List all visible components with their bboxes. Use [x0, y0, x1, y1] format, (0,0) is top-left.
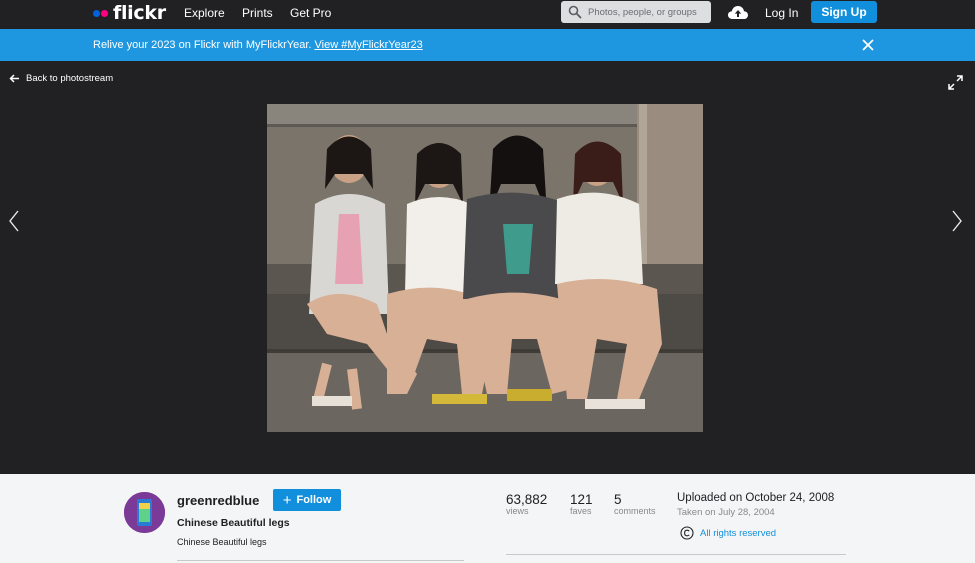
main-photo[interactable]	[267, 104, 703, 432]
expand-icon[interactable]	[948, 75, 963, 90]
arrow-left-icon	[9, 74, 19, 83]
stat-label: faves	[570, 506, 592, 516]
stat-label: comments	[614, 506, 656, 516]
copyright-icon	[680, 526, 694, 540]
banner-link[interactable]: View #MyFlickrYear23	[315, 39, 423, 51]
search-input[interactable]: Photos, people, or groups	[561, 1, 711, 23]
login-link[interactable]: Log In	[765, 6, 798, 20]
stat-comments: 5 comments	[614, 492, 656, 516]
rights-label: All rights reserved	[700, 527, 777, 539]
owner-name[interactable]: greenredblue	[177, 493, 259, 508]
follow-button[interactable]: + Follow	[273, 489, 341, 511]
nav-explore[interactable]: Explore	[184, 6, 225, 20]
signup-button[interactable]: Sign Up	[811, 1, 877, 23]
banner-message: Relive your 2023 on Flickr with MyFlickr…	[93, 39, 315, 51]
chevron-right-icon[interactable]	[951, 210, 963, 232]
avatar-image	[124, 492, 165, 533]
stat-value: 63,882	[506, 492, 548, 507]
top-nav: flickr Explore Prints Get Pro Photos, pe…	[0, 0, 975, 29]
flickr-logo[interactable]: flickr	[93, 2, 166, 24]
close-icon[interactable]	[862, 39, 874, 51]
uploaded-date: Uploaded on October 24, 2008	[677, 492, 835, 504]
promo-banner: Relive your 2023 on Flickr with MyFlickr…	[0, 29, 975, 61]
photo-title: Chinese Beautiful legs	[177, 517, 290, 529]
divider	[177, 560, 464, 561]
logo-pink-dot	[101, 9, 108, 17]
logo-text: flickr	[113, 2, 166, 24]
rights-link[interactable]: All rights reserved	[680, 526, 776, 540]
photo-info: greenredblue + Follow Chinese Beautiful …	[0, 474, 975, 563]
search-placeholder: Photos, people, or groups	[588, 7, 697, 18]
logo-blue-dot	[93, 9, 100, 17]
stat-faves: 121 faves	[570, 492, 593, 516]
back-to-photostream[interactable]: Back to photostream	[9, 73, 113, 84]
chevron-left-icon[interactable]	[8, 210, 20, 232]
divider	[506, 554, 846, 555]
search-icon	[568, 5, 582, 19]
banner-text: Relive your 2023 on Flickr with MyFlickr…	[93, 39, 423, 51]
nav-prints[interactable]: Prints	[242, 6, 273, 20]
photo-viewer: Back to photostream	[0, 61, 975, 474]
photo-description: Chinese Beautiful legs	[177, 537, 267, 547]
avatar[interactable]	[124, 492, 165, 533]
taken-date: Taken on July 28, 2004	[677, 507, 775, 518]
stat-value: 5	[614, 492, 622, 507]
follow-label: Follow	[296, 494, 332, 506]
stat-label: views	[506, 506, 529, 516]
back-label: Back to photostream	[26, 73, 114, 84]
plus-icon: +	[282, 491, 292, 509]
nav-get-pro[interactable]: Get Pro	[290, 6, 331, 20]
stat-value: 121	[570, 492, 593, 507]
upload-cloud-icon[interactable]	[727, 4, 749, 20]
photo-image	[267, 104, 703, 432]
stat-views: 63,882 views	[506, 492, 547, 516]
